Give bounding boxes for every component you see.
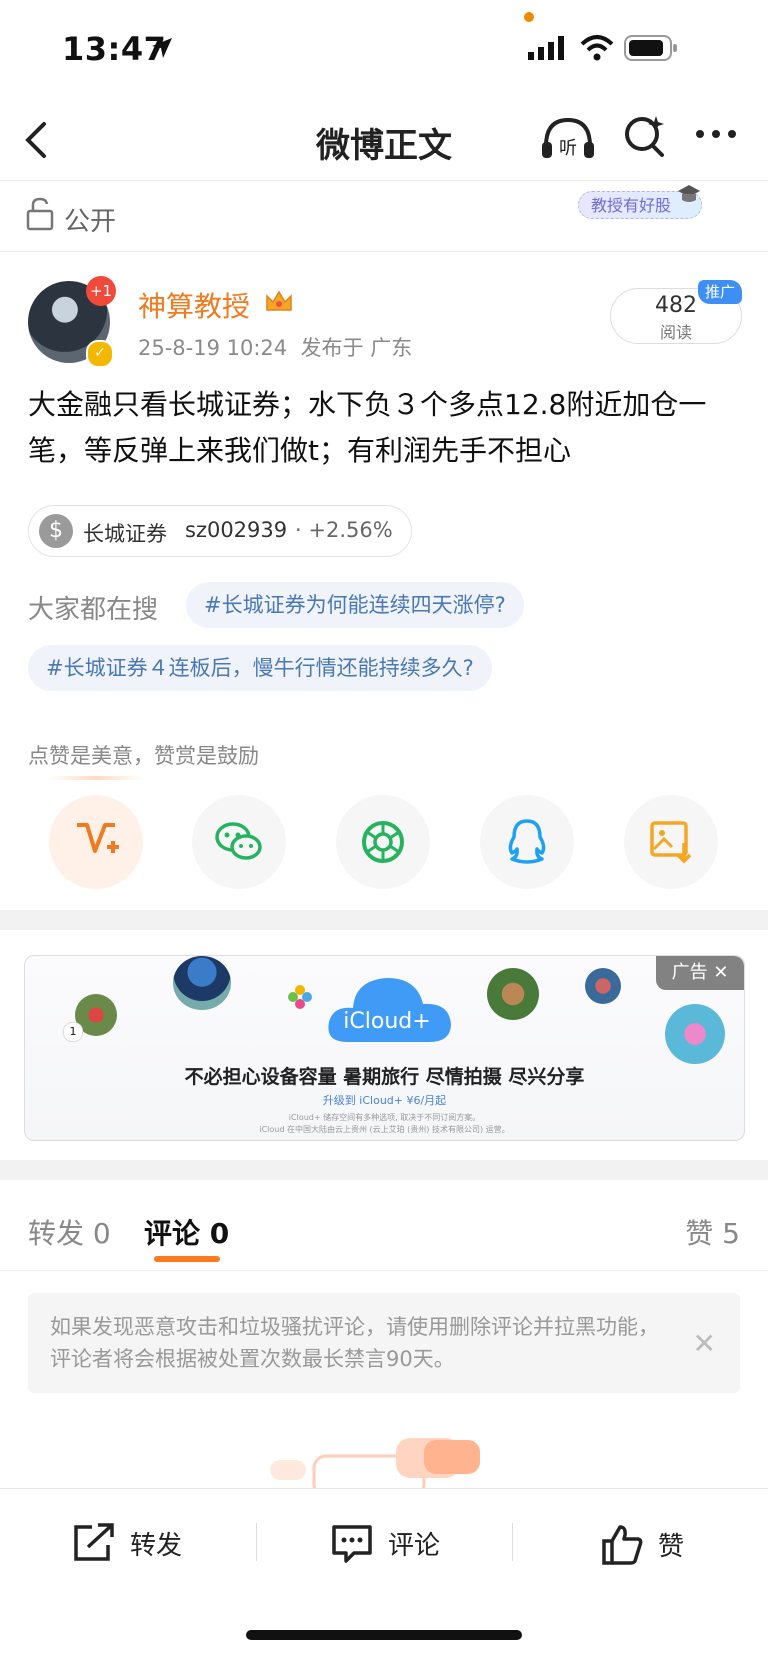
hot-search-topic[interactable]: #长城证券为何能连续四天涨停? <box>186 582 524 628</box>
ad-fine-print-line: iCloud+ 储存空间有多种选项, 取决于不同订阅方案。 <box>288 1113 481 1122</box>
repost-icon <box>74 1523 114 1561</box>
unlock-icon <box>26 197 54 231</box>
save-image-button[interactable] <box>624 795 718 889</box>
stock-name: 长城证券 <box>83 522 167 546</box>
wechat-icon <box>215 822 262 860</box>
hot-search-label: 大家都在搜 <box>28 595 159 625</box>
like-button[interactable]: 赞 <box>600 1523 684 1565</box>
privacy-dot-icon <box>524 12 534 22</box>
comment-notice: 如果发现恶意攻击和垃圾骚扰评论，请使用删除评论并拉黑功能，评论者将会根据被处置次… <box>28 1293 740 1393</box>
location-arrow-icon <box>152 38 172 58</box>
reward-hint: 点赞是美意，赞赏是鼓励 <box>28 744 259 768</box>
ad-photo <box>173 956 231 1010</box>
tab-like-label: 赞 <box>685 1217 714 1250</box>
reads-label: 阅读 <box>659 323 692 342</box>
reward-pointer <box>48 776 144 780</box>
tab-comment-label: 评论 <box>144 1217 201 1250</box>
ad-banner[interactable]: 广告 ✕ 1 iCloud+ 不必担心设备容量 暑期旅行 尽情拍摄 尽兴分享 升… <box>24 955 745 1141</box>
signal-icon <box>528 36 564 60</box>
notice-text: 如果发现恶意攻击和垃圾骚扰评论，请使用删除评论并拉黑功能，评论者将会根据被处置次… <box>50 1315 659 1371</box>
empty-comments-illustration <box>270 1438 480 1490</box>
avatar-badge: +1 <box>86 276 116 306</box>
listen-icon[interactable]: 听 <box>540 114 596 164</box>
hot-search-topic[interactable]: #长城证券４连板后，慢牛行情还能持续多久? <box>28 645 492 691</box>
tab-like[interactable]: 赞 5 <box>685 1212 740 1252</box>
tab-comment-count: 0 <box>209 1217 230 1250</box>
dollar-icon: $ <box>39 514 73 548</box>
stock-change: · +2.56% <box>295 518 393 542</box>
wifi-icon <box>580 35 614 61</box>
bar-divider <box>256 1523 257 1561</box>
post-body: 大金融只看长城证券；水下负３个多点12.8附近加仓一笔，等反弹上来我们做t；有利… <box>28 388 707 467</box>
repost-button[interactable]: 转发 <box>72 1523 182 1563</box>
post-location: 发布于 广东 <box>300 336 413 360</box>
ad-photo <box>585 968 621 1004</box>
comment-button[interactable]: 评论 <box>330 1523 440 1563</box>
tab-active-indicator <box>154 1256 220 1262</box>
visibility-row: 公开 教授有好股 <box>0 181 768 252</box>
photos-app-icon <box>288 985 312 1009</box>
ad-brand: iCloud+ <box>343 1009 430 1034</box>
like-label: 赞 <box>658 1531 685 1562</box>
ad-headline: 不必担心设备容量 暑期旅行 尽情拍摄 尽兴分享 <box>184 1066 585 1088</box>
close-icon[interactable]: ✕ <box>693 1327 716 1360</box>
stock-change-value: +2.56% <box>308 518 393 542</box>
repost-label: 转发 <box>130 1530 183 1561</box>
author-name[interactable]: 神算教授 <box>138 285 250 325</box>
post-meta: 25-8-19 10:24 发布于 广东 <box>138 332 412 362</box>
tab-repost-label: 转发 <box>28 1217 85 1250</box>
thumbs-up-icon <box>602 1525 643 1565</box>
more-icon[interactable] <box>694 128 738 140</box>
share-moments-button[interactable] <box>336 795 430 889</box>
section-divider <box>0 910 768 930</box>
battery-icon <box>624 35 677 61</box>
section-divider <box>0 1160 768 1180</box>
ad-fine-print-line: iCloud 在中国大陆由云上贵州 (云上艾珀 (贵州) 技术有限公司) 运营。 <box>259 1125 510 1134</box>
promo-tag: 推广 <box>698 280 742 304</box>
ad-photo <box>487 968 539 1020</box>
tab-comment[interactable]: 评论 0 <box>144 1212 229 1252</box>
bar-divider <box>512 1523 513 1561</box>
share-wechat-button[interactable] <box>192 795 286 889</box>
nav-bar: 微博正文 听 <box>0 100 768 181</box>
reward-icon <box>77 823 119 853</box>
verified-badge-icon: ✓ <box>86 340 114 368</box>
search-icon[interactable] <box>622 112 666 158</box>
tab-repost[interactable]: 转发 0 <box>28 1212 111 1252</box>
save-image-icon <box>650 821 692 864</box>
tab-like-count: 5 <box>722 1217 740 1250</box>
stock-code: sz002939 <box>185 518 288 542</box>
home-indicator[interactable] <box>246 1630 522 1640</box>
ad-tag[interactable]: 广告 ✕ <box>656 956 744 990</box>
reward-button[interactable] <box>49 795 143 889</box>
ad-photo-badge: 1 <box>63 1022 83 1042</box>
tab-repost-count: 0 <box>92 1217 111 1250</box>
ad-subline: 升级到 iCloud+ ¥6/月起 <box>322 1094 447 1107</box>
ad-tag-label: 广告 <box>671 962 708 983</box>
graduation-cap-icon <box>678 185 700 202</box>
ad-fine-print: iCloud+ 储存空间有多种选项, 取决于不同订阅方案。 iCloud 在中国… <box>25 1112 744 1136</box>
feedback-tabs: 转发 0 评论 0 赞 5 <box>0 1186 768 1271</box>
comment-label: 评论 <box>388 1530 441 1561</box>
qq-icon <box>508 819 546 864</box>
share-qq-button[interactable] <box>480 795 574 889</box>
comment-icon <box>332 1525 372 1563</box>
crown-icon <box>266 290 292 311</box>
visibility-label: 公开 <box>64 207 117 237</box>
post-timestamp: 25-8-19 10:24 <box>138 336 288 360</box>
stock-chip[interactable]: $ 长城证券 sz002939 · +2.56% <box>28 505 412 557</box>
ad-photo <box>665 1004 725 1064</box>
svg-text:听: 听 <box>559 138 577 159</box>
moments-icon <box>362 821 404 863</box>
icloud-icon: iCloud+ <box>328 978 451 1042</box>
status-bar: 13:47 <box>0 0 768 100</box>
